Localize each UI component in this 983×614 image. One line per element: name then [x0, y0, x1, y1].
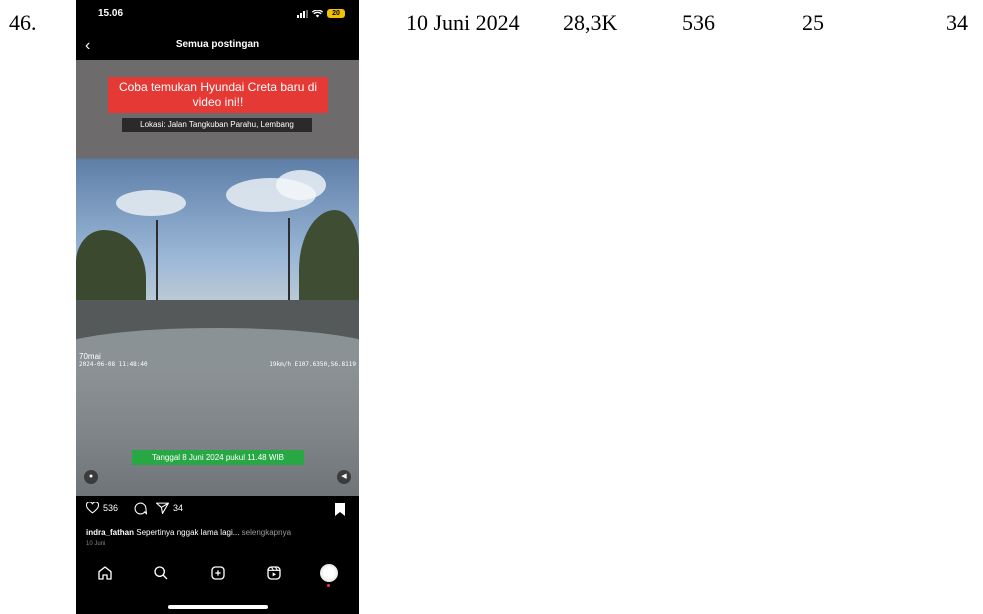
- header-title: Semua postingan: [175, 39, 260, 50]
- like-button[interactable]: 536: [86, 502, 118, 514]
- dashcam-brand: 70mai: [79, 352, 101, 361]
- row-number: 46.: [9, 10, 37, 35]
- caption-more-link[interactable]: selengkapnya: [242, 528, 291, 537]
- video-location: Lokasi: Jalan Tangkuban Parahu, Lembang: [122, 118, 312, 132]
- send-icon: [156, 502, 169, 514]
- comment-icon: [134, 502, 147, 515]
- video-player[interactable]: Coba temukan Hyundai Creta baru di video…: [76, 60, 359, 496]
- search-tab[interactable]: [150, 562, 172, 584]
- trees-right: [299, 210, 359, 310]
- profile-tab[interactable]: [318, 562, 340, 587]
- heart-icon: [86, 502, 99, 514]
- create-tab[interactable]: [207, 562, 229, 584]
- profile-avatar: [320, 564, 338, 587]
- status-bar: 15.06 20: [76, 0, 359, 30]
- add-post-icon: [211, 566, 225, 580]
- dashcam-speed: 19km/h E107.6350,S6.8119: [269, 361, 356, 368]
- reels-tab[interactable]: [263, 562, 285, 584]
- like-count: 536: [103, 503, 119, 513]
- comment-button[interactable]: [134, 502, 147, 515]
- video-bottom-band: [76, 370, 359, 496]
- user-tag-icon[interactable]: ●: [84, 470, 98, 484]
- share-button[interactable]: 34: [156, 502, 183, 514]
- status-icons: 20: [297, 9, 345, 18]
- home-tab[interactable]: [94, 562, 116, 584]
- views-cell: 28,3K: [563, 10, 618, 35]
- dashcam-timestamp: 2024-06-08 11:48:40: [79, 361, 148, 368]
- post-date: 10 Juni: [86, 541, 106, 547]
- comments-cell: 25: [802, 10, 824, 35]
- phone-screenshot: 15.06 20 ‹ Semua postingan Coba temukan …: [76, 0, 359, 614]
- wifi-icon: [312, 9, 323, 17]
- home-icon: [98, 566, 112, 580]
- utility-pole: [288, 218, 290, 310]
- likes-cell: 536: [682, 10, 715, 35]
- home-indicator[interactable]: [168, 605, 268, 609]
- cloud: [116, 190, 186, 216]
- mute-icon[interactable]: ◀: [337, 470, 351, 484]
- search-icon: [154, 566, 168, 580]
- trees-left: [76, 230, 146, 310]
- caption-username[interactable]: indra_fathan: [86, 528, 134, 537]
- shares-cell: 34: [946, 10, 968, 35]
- share-count: 34: [173, 503, 184, 513]
- status-time: 15.06: [98, 8, 124, 19]
- video-date-caption: Tanggal 8 Juni 2024 pukul 11.48 WIB: [132, 450, 304, 465]
- caption-text: Sepertinya nggak lama lagi...: [136, 528, 240, 537]
- post-header: ‹ Semua postingan: [76, 36, 359, 58]
- bookmark-icon[interactable]: [335, 503, 345, 516]
- reels-icon: [267, 566, 281, 580]
- signal-icon: [297, 9, 308, 18]
- post-caption: indra_fathan Sepertinya nggak lama lagi.…: [86, 528, 291, 537]
- video-headline: Coba temukan Hyundai Creta baru di video…: [108, 77, 328, 113]
- post-date-cell: 10 Juni 2024: [406, 10, 520, 35]
- utility-pole: [156, 220, 158, 310]
- sky-glare: [276, 170, 326, 200]
- bottom-nav: [76, 562, 359, 588]
- post-actions: 536 34: [76, 502, 359, 522]
- notification-dot: [327, 584, 330, 587]
- battery-icon: 20: [327, 9, 345, 18]
